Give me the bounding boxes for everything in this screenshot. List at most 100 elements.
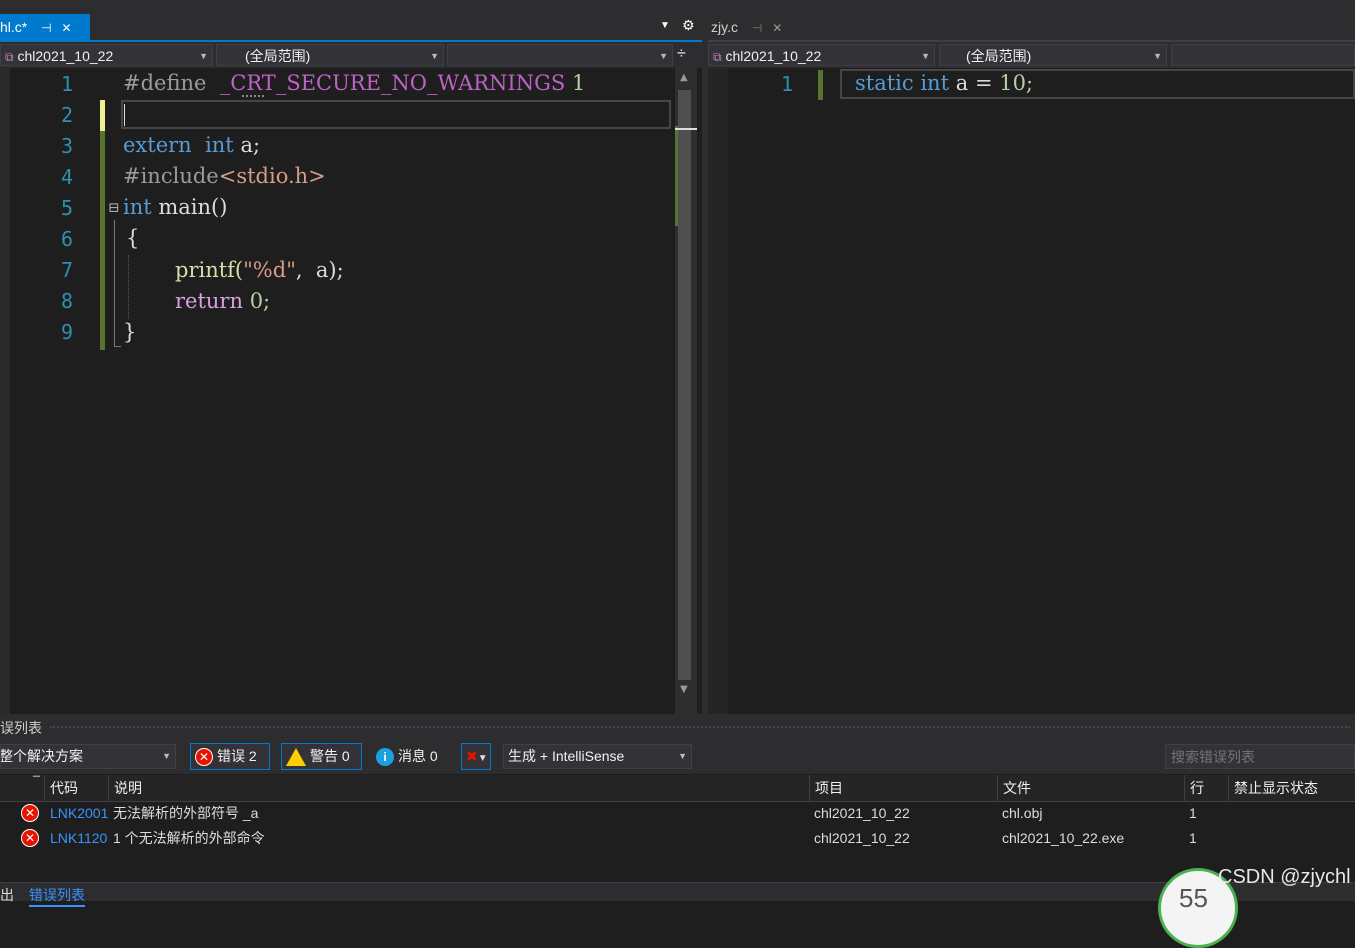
- pin-icon[interactable]: ⊣: [41, 15, 51, 41]
- token-directive: #include: [123, 164, 219, 188]
- funnel-icon: ▼: [477, 753, 488, 764]
- code-line-6: {: [126, 226, 139, 250]
- member-combo[interactable]: [1171, 44, 1355, 66]
- build-source-select[interactable]: 生成 + IntelliSense ▼: [503, 744, 692, 769]
- token-function: printf(: [175, 258, 244, 282]
- token-identifier: a;: [240, 133, 261, 157]
- right-navbar: ⧉ chl2021_10_22 ▼ (全局范围) ▼: [708, 42, 1355, 68]
- scroll-thumb[interactable]: [678, 90, 691, 680]
- scope-select[interactable]: 整个解决方案 ▼: [0, 744, 176, 769]
- project-combo[interactable]: ⧉ chl2021_10_22 ▼: [708, 44, 935, 66]
- error-icon: ✕: [21, 804, 39, 822]
- scope-combo[interactable]: (全局范围) ▼: [216, 44, 444, 66]
- scroll-change-marker: [675, 126, 678, 226]
- error-icon: ✕: [195, 748, 213, 767]
- tab-chl-c[interactable]: hl.c* ⊣ ✕: [0, 14, 90, 40]
- squiggle: [242, 95, 264, 97]
- close-icon[interactable]: ✕: [61, 15, 71, 41]
- chevron-down-icon: ▼: [162, 751, 171, 761]
- token-identifier: main(): [158, 195, 228, 219]
- token-keyword: static: [855, 71, 914, 95]
- warnings-filter-button[interactable]: 警告 0: [281, 743, 362, 770]
- scope-combo-value: (全局范围): [245, 48, 311, 64]
- change-bar-saved: [818, 70, 823, 100]
- table-row[interactable]: ✕ LNK2001 无法解析的外部符号 _a chl2021_10_22 chl…: [0, 801, 1355, 826]
- column-header-description[interactable]: 说明: [108, 775, 809, 801]
- error-file: chl.obj: [1002, 805, 1043, 821]
- line-number: 9: [60, 320, 73, 344]
- right-editor-margin: [708, 68, 728, 714]
- code-line-7: printf("%d", a);: [175, 258, 344, 282]
- current-line-highlight: [121, 100, 671, 129]
- error-list-title-bar: 误列表: [0, 714, 1355, 740]
- line-number: 8: [60, 289, 73, 313]
- chevron-down-icon: ▼: [430, 51, 439, 61]
- scope-select-value: 整个解决方案: [0, 748, 83, 764]
- error-code-link[interactable]: LNK1120: [50, 826, 108, 851]
- tab-zjy-c[interactable]: zjy.c ⊣ ✕: [708, 14, 800, 40]
- error-description: 1 个无法解析的外部命令: [113, 830, 265, 846]
- title-bar-grip: [50, 726, 1350, 728]
- project-icon: ⧉: [5, 50, 14, 64]
- token-keyword: int: [205, 133, 234, 157]
- project-icon: ⧉: [713, 50, 722, 64]
- column-header-file[interactable]: 文件: [997, 775, 1184, 801]
- warning-icon: [286, 748, 306, 767]
- table-row[interactable]: ✕ LNK1120 1 个无法解析的外部命令 chl2021_10_22 chl…: [0, 826, 1355, 851]
- dropdown-tabs-icon[interactable]: ▼: [660, 20, 670, 31]
- left-navbar: ⧉ chl2021_10_22 ▼ (全局范围) ▼ ▼ ÷: [0, 42, 702, 68]
- error-code-link[interactable]: LNK2001: [50, 801, 108, 826]
- tab-error-list[interactable]: 错误列表: [29, 885, 85, 907]
- messages-filter-label: 消息 0: [398, 748, 438, 764]
- token-keyword: extern: [123, 133, 192, 157]
- line-number: 4: [60, 165, 73, 189]
- tab-output[interactable]: 出: [0, 885, 14, 905]
- column-header-suppression[interactable]: 禁止显示状态: [1228, 775, 1355, 801]
- chevron-down-icon: ▼: [921, 51, 930, 61]
- chevron-down-icon: ▼: [678, 751, 687, 761]
- messages-filter-button[interactable]: i 消息 0: [371, 743, 453, 770]
- token-identifier: a: [955, 71, 969, 95]
- error-line: 1: [1189, 830, 1197, 846]
- column-header-project[interactable]: 项目: [809, 775, 997, 801]
- error-line: 1: [1189, 805, 1197, 821]
- column-header-category[interactable]: ▔: [0, 775, 44, 801]
- sort-icon: ▔: [33, 776, 40, 786]
- split-window-icon[interactable]: ÷: [677, 45, 686, 63]
- token-operator: =: [974, 71, 993, 95]
- member-combo[interactable]: ▼: [447, 44, 673, 66]
- tab-title: hl.c*: [0, 19, 28, 35]
- pin-icon[interactable]: ⊣: [752, 15, 762, 41]
- error-icon: ✕: [21, 829, 39, 847]
- right-editor[interactable]: 1 static int a = 10;: [708, 68, 1355, 714]
- chevron-down-icon: ▼: [1153, 51, 1162, 61]
- change-bar-unsaved: [100, 100, 105, 131]
- vertical-scrollbar[interactable]: ▲ ▼: [675, 68, 697, 714]
- scroll-down-arrow-icon[interactable]: ▼: [680, 684, 688, 695]
- panel-title: 误列表: [0, 720, 42, 736]
- scroll-caret-marker: [675, 128, 697, 130]
- scroll-up-arrow-icon[interactable]: ▲: [680, 72, 688, 83]
- gear-icon[interactable]: ⚙: [682, 17, 695, 34]
- errors-filter-button[interactable]: ✕ 错误 2: [190, 743, 270, 770]
- line-number: 6: [60, 227, 73, 251]
- left-editor[interactable]: 1 2 3 4 5 6 7 8 9 #define _CRT_SECURE_NO…: [0, 68, 702, 714]
- column-header-code[interactable]: 代码: [44, 775, 108, 801]
- token-brace: {: [126, 226, 140, 250]
- close-icon[interactable]: ✕: [772, 15, 782, 41]
- code-line-5: int main(): [123, 195, 227, 219]
- token-keyword: int: [123, 195, 152, 219]
- line-number: 5: [60, 196, 73, 220]
- filter-icon: ✖: [466, 748, 478, 764]
- project-combo[interactable]: ⧉ chl2021_10_22 ▼: [0, 44, 213, 66]
- code-line-1: static int a = 10;: [855, 71, 1033, 95]
- error-grid-header: ▔ 代码 说明 项目 文件 行 禁止显示状态: [0, 775, 1355, 802]
- search-error-list-input[interactable]: [1165, 744, 1355, 769]
- filter-button[interactable]: ✖▼: [461, 743, 491, 770]
- scope-combo[interactable]: (全局范围) ▼: [939, 44, 1167, 66]
- column-header-line[interactable]: 行: [1184, 775, 1228, 801]
- collapse-icon[interactable]: ⊟: [108, 200, 120, 216]
- tab-title: zjy.c: [711, 19, 738, 35]
- change-bar-saved: [100, 70, 105, 100]
- line-number: 2: [60, 103, 73, 127]
